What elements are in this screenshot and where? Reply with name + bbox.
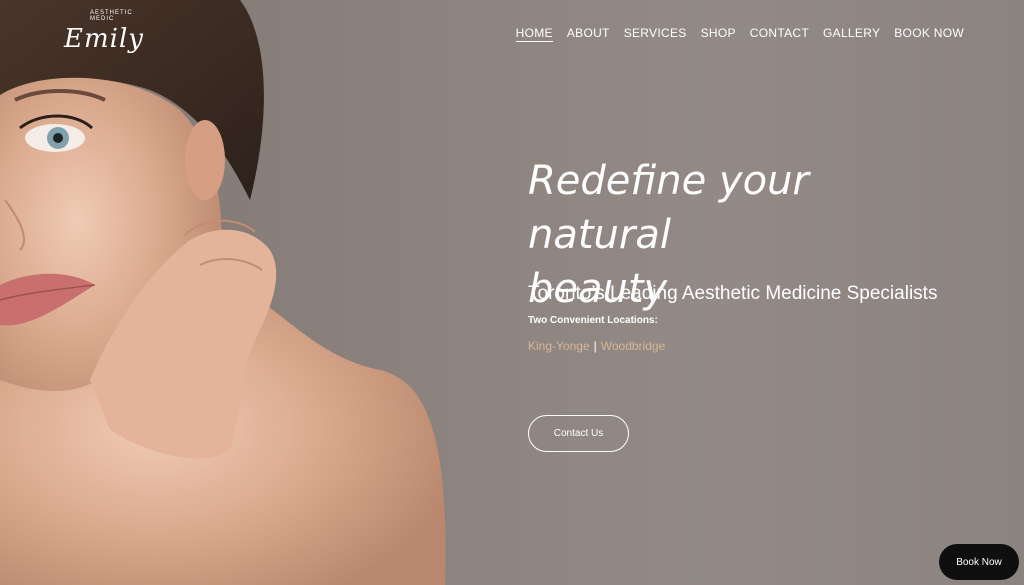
locations-label: Two Convenient Locations: (528, 315, 658, 326)
nav-item-book-now[interactable]: BOOK NOW (894, 26, 964, 42)
floating-book-now-button[interactable]: Book Now (939, 544, 1019, 580)
location-link-king-yonge[interactable]: King-Yonge (528, 339, 590, 353)
hero-subheading: Toronto’s Leading Aesthetic Medicine Spe… (528, 283, 938, 304)
location-link-woodbridge[interactable]: Woodbridge (601, 339, 666, 353)
brand-logo[interactable]: AESTHETIC MEDIC Emily (60, 8, 144, 60)
nav-item-shop[interactable]: SHOP (701, 26, 736, 42)
nav-item-contact[interactable]: CONTACT (750, 26, 809, 42)
nav-item-services[interactable]: SERVICES (624, 26, 687, 42)
nav-item-gallery[interactable]: GALLERY (823, 26, 880, 42)
locations-list: King-Yonge | Woodbridge (528, 339, 665, 353)
nav-item-home[interactable]: HOME (515, 26, 553, 42)
hero-portrait-image (0, 0, 446, 585)
hero-section: AESTHETIC MEDIC Emily HOME ABOUT SERVICE… (0, 0, 1024, 585)
main-navigation: HOME ABOUT SERVICES SHOP CONTACT GALLERY… (515, 26, 964, 42)
logo-arc-text: AESTHETIC MEDIC (90, 10, 133, 22)
logo-script-text: Emily (64, 24, 144, 54)
nav-item-about[interactable]: ABOUT (567, 26, 610, 42)
hero-headline-line-1: Redefine your natural (528, 158, 809, 258)
contact-us-button[interactable]: Contact Us (528, 415, 629, 452)
location-separator: | (593, 339, 597, 353)
